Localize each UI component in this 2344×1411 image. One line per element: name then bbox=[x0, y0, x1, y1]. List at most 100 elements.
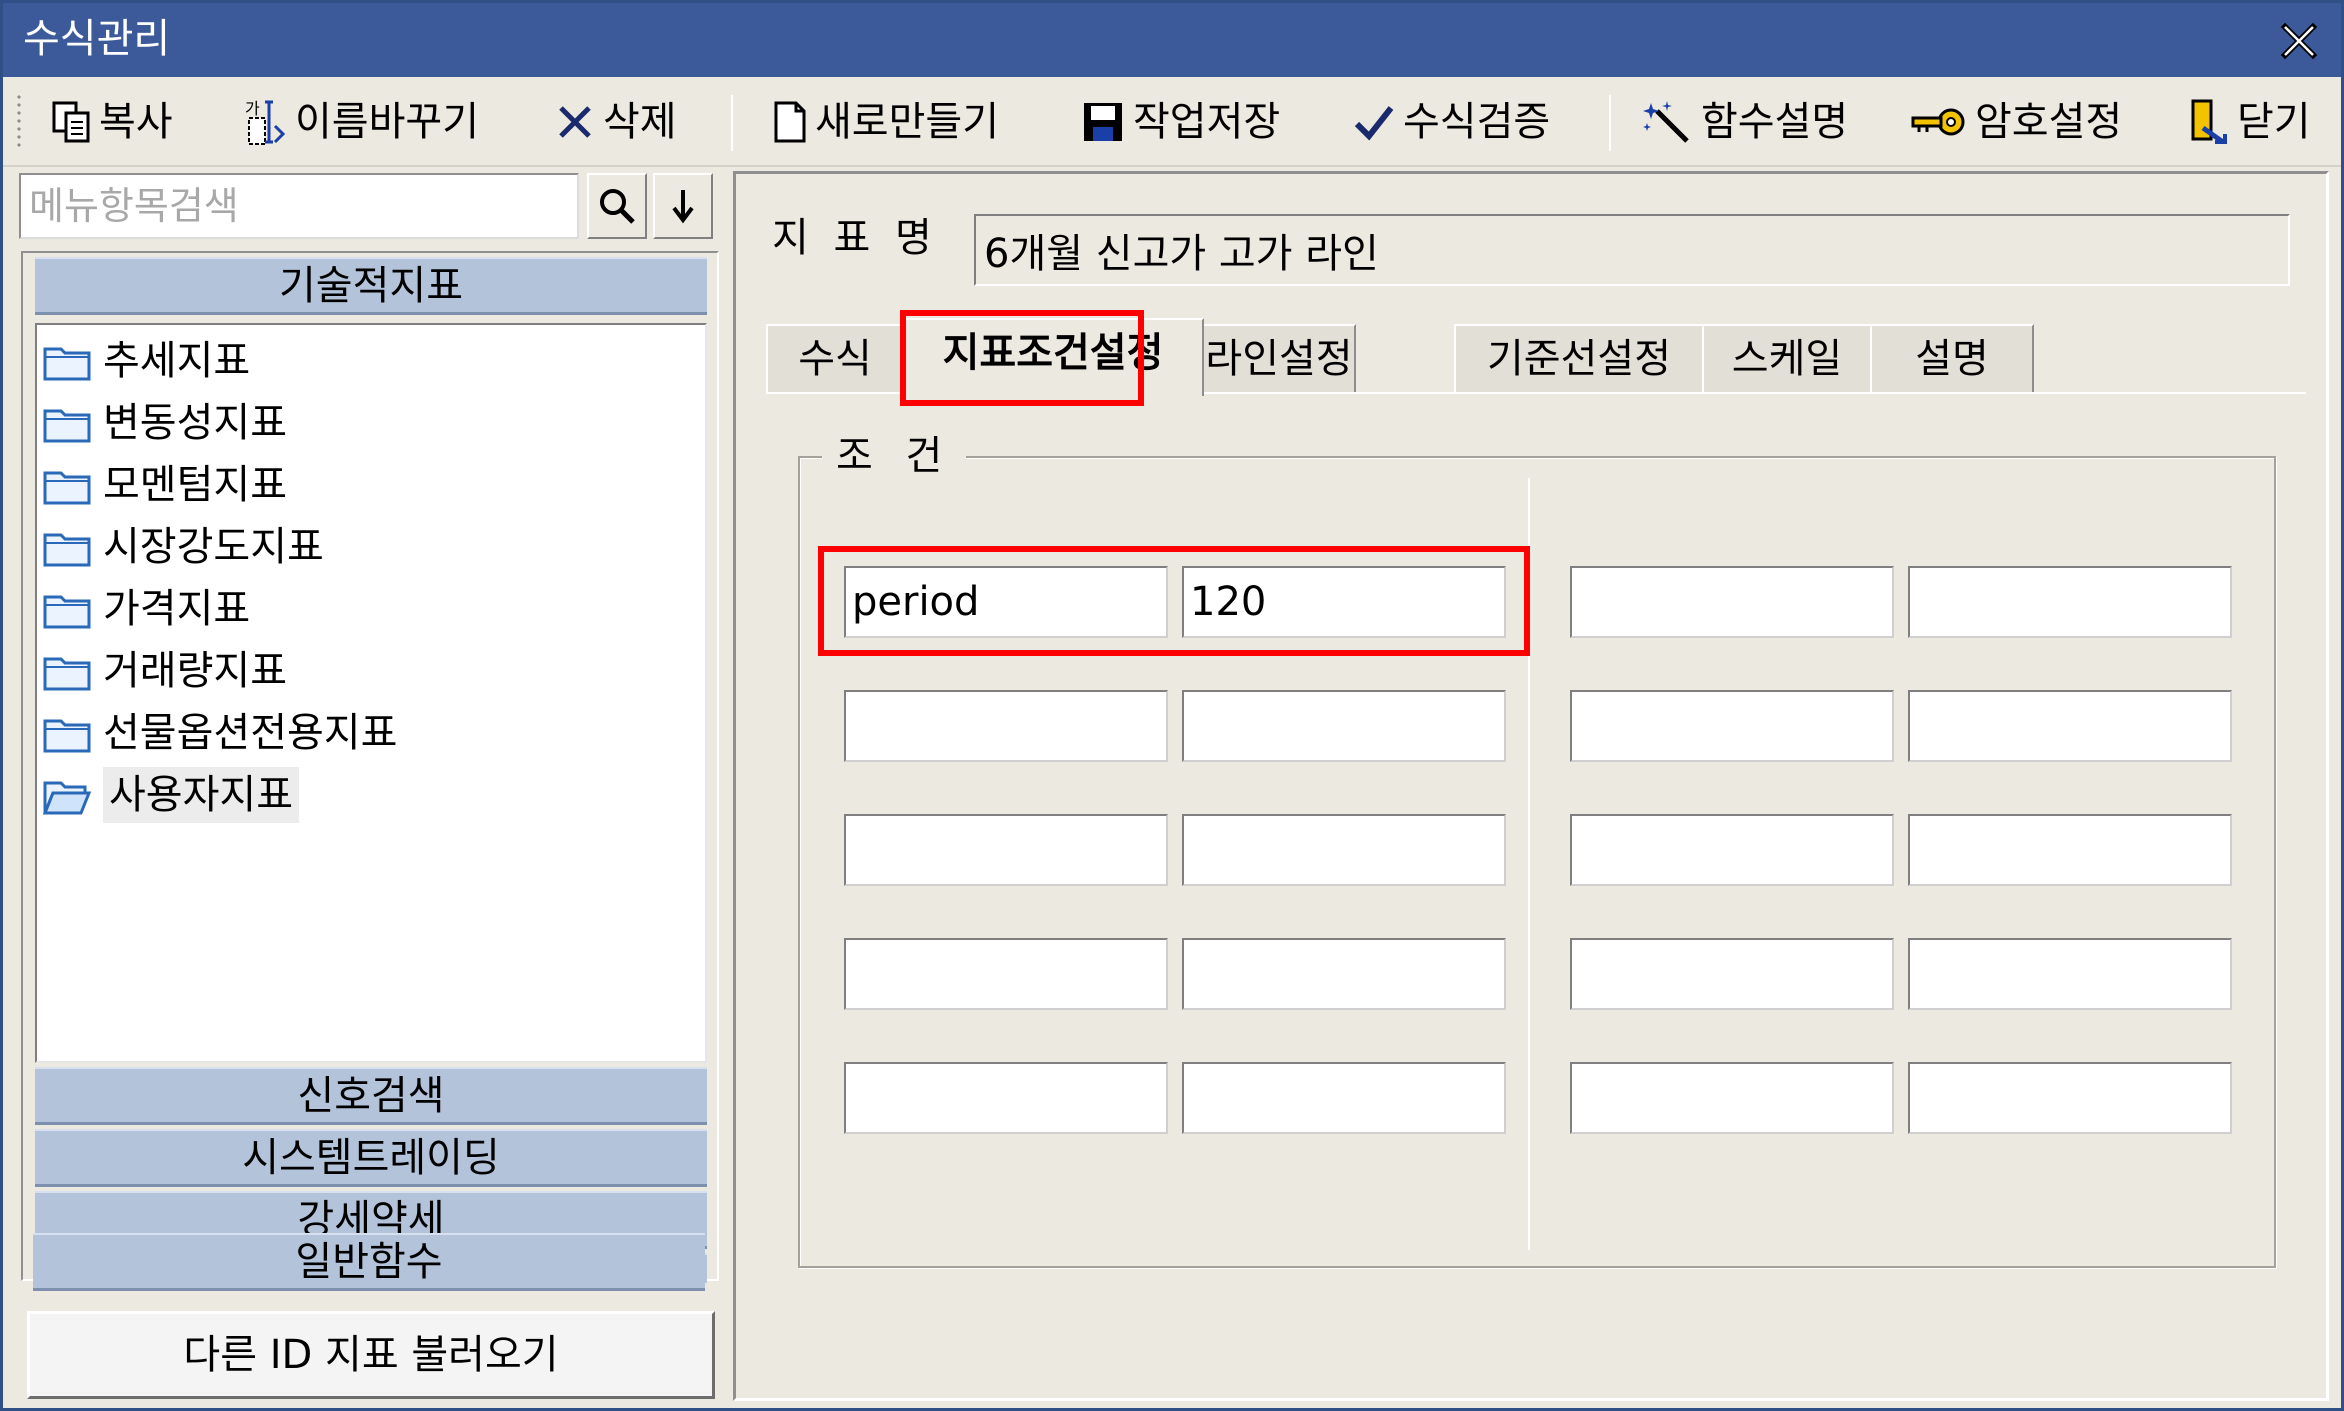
tree-item-label: 변동성지표 bbox=[103, 400, 287, 446]
category-system-trading[interactable]: 시스템트레이딩 bbox=[35, 1129, 707, 1187]
rename-icon: 가 bbox=[245, 99, 286, 145]
tree-item-label: 선물옵션전용지표 bbox=[103, 710, 398, 756]
toolbar-separator bbox=[731, 95, 733, 151]
folder-icon bbox=[43, 409, 91, 443]
rename-label: 이름바꾸기 bbox=[295, 99, 479, 145]
tab-description[interactable]: 설명 bbox=[1870, 324, 2034, 394]
tree-item-label: 가격지표 bbox=[103, 586, 251, 632]
folder-icon bbox=[43, 719, 91, 753]
tree-item[interactable]: 사용자지표 bbox=[43, 767, 299, 823]
close-window-button[interactable] bbox=[2271, 13, 2327, 69]
category-signal-search[interactable]: 신호검색 bbox=[35, 1067, 707, 1125]
condition-value-input[interactable] bbox=[1182, 1062, 1506, 1134]
condition-name-input[interactable] bbox=[844, 566, 1168, 638]
tree-item[interactable]: 선물옵션전용지표 bbox=[43, 705, 397, 761]
new-document-icon bbox=[774, 101, 806, 143]
tab-line-settings[interactable]: 라인설정 bbox=[1202, 324, 1356, 394]
close-label: 닫기 bbox=[2237, 99, 2311, 145]
tree-item-label: 모멘텀지표 bbox=[103, 462, 287, 508]
exit-door-icon bbox=[2191, 99, 2227, 145]
open-folder-icon bbox=[43, 781, 91, 815]
password-label: 암호설정 bbox=[1975, 99, 2123, 145]
folder-icon bbox=[43, 347, 91, 381]
condition-value-input[interactable] bbox=[1908, 814, 2232, 886]
toolbar: 복사 가 이름바꾸기 삭제 새로만들기 작업저장 수식검증 함수설명 암호설정 … bbox=[3, 77, 2341, 167]
tab-scale[interactable]: 스케일 bbox=[1702, 324, 1872, 394]
delete-button[interactable]: 삭제 bbox=[555, 91, 677, 153]
window-title: 수식관리 bbox=[23, 16, 171, 62]
next-result-button[interactable] bbox=[653, 173, 713, 239]
new-button[interactable]: 새로만들기 bbox=[773, 91, 999, 153]
tree-item-label: 추세지표 bbox=[103, 338, 251, 384]
condition-value-input[interactable] bbox=[1182, 814, 1506, 886]
arrow-down-icon bbox=[672, 190, 694, 224]
copy-icon bbox=[52, 101, 90, 143]
tree-item-label: 시장강도지표 bbox=[103, 524, 324, 570]
menu-frame: 기술적지표 추세지표 변동성지표 모멘텀지표 시장강도지표 가격지표 거래량지표… bbox=[21, 251, 719, 1283]
search-button[interactable] bbox=[587, 173, 647, 239]
tree-item[interactable]: 가격지표 bbox=[43, 581, 250, 637]
condition-name-input[interactable] bbox=[844, 814, 1168, 886]
tab-baseline-settings[interactable]: 기준선설정 bbox=[1454, 324, 1704, 394]
copy-label: 복사 bbox=[99, 99, 173, 145]
tree-item[interactable]: 시장강도지표 bbox=[43, 519, 324, 575]
condition-name-input[interactable] bbox=[1570, 938, 1894, 1010]
indicator-name-field[interactable] bbox=[974, 214, 2290, 286]
menu-search-box bbox=[19, 173, 579, 239]
condition-name-input[interactable] bbox=[844, 1062, 1168, 1134]
delete-label: 삭제 bbox=[603, 99, 677, 145]
condition-value-input[interactable] bbox=[1182, 566, 1506, 638]
condition-name-input[interactable] bbox=[1570, 690, 1894, 762]
formula-manager-window: 수식관리 복사 가 이름바꾸기 삭제 새로만들기 작업저장 수식검증 함수설명 … bbox=[0, 0, 2344, 1411]
condition-name-input[interactable] bbox=[844, 690, 1168, 762]
condition-value-input[interactable] bbox=[1908, 566, 2232, 638]
tree-item[interactable]: 추세지표 bbox=[43, 333, 250, 389]
save-icon bbox=[1084, 103, 1122, 141]
tree-item[interactable]: 거래량지표 bbox=[43, 643, 287, 699]
search-icon bbox=[600, 189, 635, 224]
condition-value-input[interactable] bbox=[1908, 938, 2232, 1010]
toolbar-separator bbox=[1609, 95, 1611, 151]
condition-value-input[interactable] bbox=[1182, 938, 1506, 1010]
indicator-tree: 추세지표 변동성지표 모멘텀지표 시장강도지표 가격지표 거래량지표 선물옵션전… bbox=[35, 323, 707, 1063]
tab-formula[interactable]: 수식 bbox=[766, 324, 904, 394]
copy-button[interactable]: 복사 bbox=[51, 91, 173, 153]
tree-item[interactable]: 변동성지표 bbox=[43, 395, 287, 451]
condition-name-input[interactable] bbox=[844, 938, 1168, 1010]
category-general-functions-label[interactable]: 일반함수 bbox=[33, 1233, 705, 1291]
title-bar: 수식관리 bbox=[3, 3, 2341, 77]
condition-value-input[interactable] bbox=[1182, 690, 1506, 762]
indicator-editor-panel: 지 표 명 수식 지표조건설정 라인설정 기준선설정 스케일 설명 조 건 bbox=[733, 171, 2329, 1401]
category-technical-indicators[interactable]: 기술적지표 bbox=[35, 257, 707, 315]
folder-icon bbox=[43, 533, 91, 567]
magic-wand-icon bbox=[1643, 101, 1689, 143]
indicator-name-label: 지 표 명 bbox=[772, 215, 938, 261]
load-other-id-indicator-button[interactable]: 다른 ID 지표 불러오기 bbox=[27, 1311, 715, 1399]
condition-name-input[interactable] bbox=[1570, 814, 1894, 886]
tab-indicator-conditions[interactable]: 지표조건설정 bbox=[902, 318, 1204, 396]
condition-divider bbox=[1528, 478, 1530, 1250]
condition-name-input[interactable] bbox=[1570, 566, 1894, 638]
toolbar-grip[interactable] bbox=[15, 93, 23, 151]
save-label: 작업저장 bbox=[1133, 99, 1281, 145]
menu-search-input[interactable] bbox=[29, 179, 569, 233]
rename-button[interactable]: 가 이름바꾸기 bbox=[243, 91, 479, 153]
delete-icon bbox=[559, 106, 591, 138]
condition-value-input[interactable] bbox=[1908, 1062, 2232, 1134]
menu-panel: 기술적지표 추세지표 변동성지표 모멘텀지표 시장강도지표 bbox=[15, 171, 721, 1401]
new-label: 새로만들기 bbox=[815, 99, 999, 145]
svg-text:가: 가 bbox=[245, 99, 260, 118]
condition-value-input[interactable] bbox=[1908, 690, 2232, 762]
key-icon bbox=[1911, 108, 1965, 136]
save-button[interactable]: 작업저장 bbox=[1081, 91, 1280, 153]
condition-name-input[interactable] bbox=[1570, 1062, 1894, 1134]
folder-icon bbox=[43, 471, 91, 505]
password-button[interactable]: 암호설정 bbox=[1911, 91, 2122, 153]
verify-button[interactable]: 수식검증 bbox=[1353, 91, 1550, 153]
condition-group: 조 건 bbox=[798, 428, 2276, 1268]
close-icon bbox=[2280, 22, 2318, 60]
function-description-button[interactable]: 함수설명 bbox=[1643, 91, 1848, 153]
tree-item[interactable]: 모멘텀지표 bbox=[43, 457, 287, 513]
tree-item-label: 사용자지표 bbox=[103, 767, 299, 823]
close-button[interactable]: 닫기 bbox=[2189, 91, 2311, 153]
